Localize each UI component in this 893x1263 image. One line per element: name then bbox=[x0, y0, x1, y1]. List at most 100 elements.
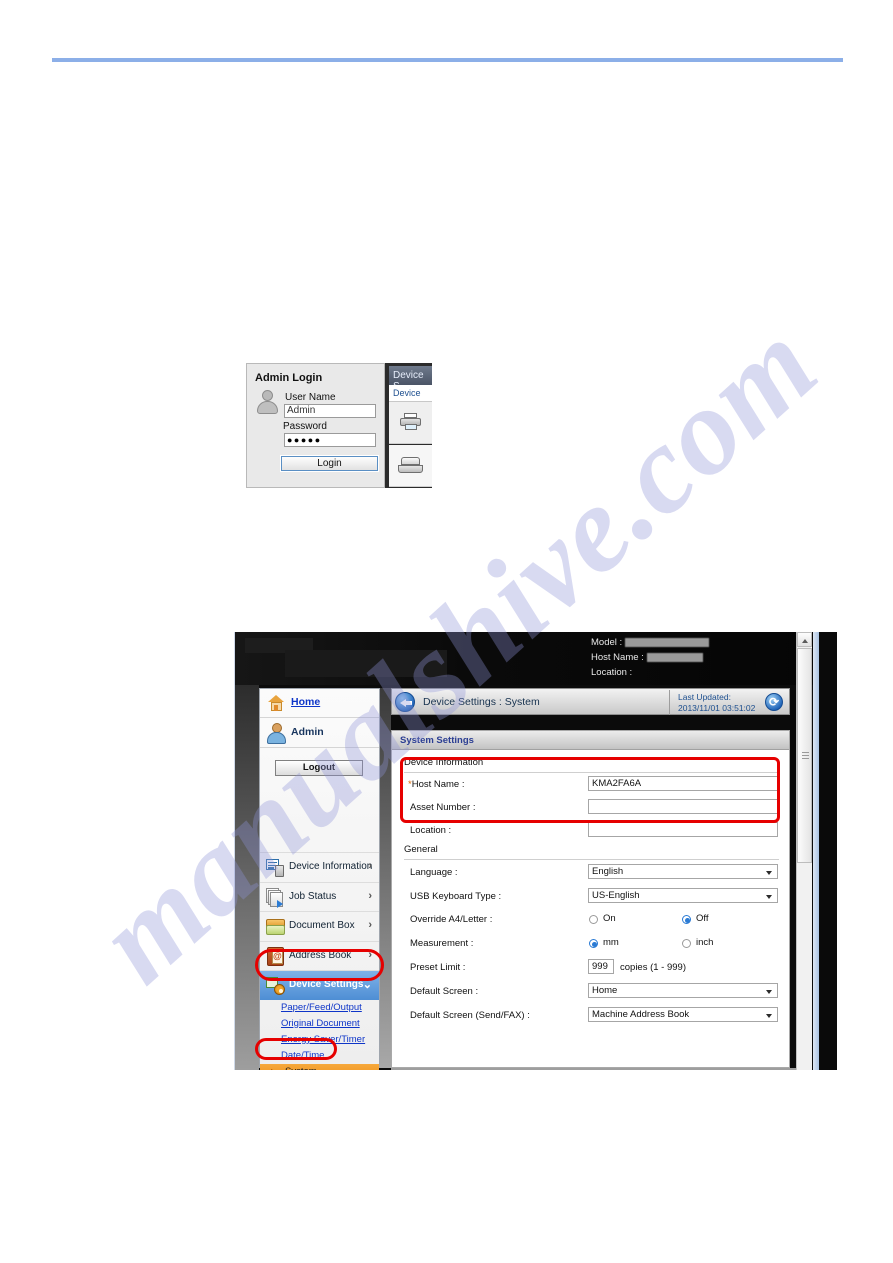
default-screen-label: Default Screen : bbox=[410, 986, 479, 997]
override-on-label: On bbox=[603, 913, 616, 924]
refresh-icon[interactable]: ⟳ bbox=[765, 693, 783, 711]
browser-viewport: Model : Host Name : Location : Home Admi… bbox=[235, 632, 819, 1070]
sidebar-item-job-status[interactable]: Job Status › bbox=[260, 881, 379, 912]
login-button[interactable]: Login bbox=[280, 455, 379, 472]
system-settings-panel: System Settings Device Information *Host… bbox=[391, 730, 790, 1068]
usb-keyboard-type-label: USB Keyboard Type : bbox=[410, 891, 502, 902]
chevron-down-icon bbox=[766, 990, 772, 994]
measurement-inch-label: inch bbox=[696, 937, 714, 948]
override-off-radio[interactable] bbox=[682, 915, 691, 924]
page-background-bottom bbox=[391, 1068, 796, 1070]
host-name-input[interactable]: KMA2FA6A bbox=[588, 776, 778, 791]
preset-limit-units: copies (1 - 999) bbox=[620, 962, 687, 973]
sidebar-subitem-paper-feed-output[interactable]: Paper/Feed/Output bbox=[260, 1000, 379, 1016]
document-box-icon bbox=[266, 917, 286, 936]
admin-login-title: Admin Login bbox=[255, 372, 323, 384]
location-input[interactable] bbox=[588, 822, 778, 837]
chevron-down-icon bbox=[766, 895, 772, 899]
sidebar-subitem-date-time[interactable]: Date/Time bbox=[260, 1048, 379, 1064]
user-name-input[interactable]: Admin bbox=[284, 404, 376, 418]
location-label: Location : bbox=[410, 825, 452, 836]
bullet-arrow-icon bbox=[271, 1068, 277, 1070]
sidebar-item-address-book[interactable]: @ Address Book › bbox=[260, 940, 379, 971]
sidebar-item-document-box[interactable]: Document Box › bbox=[260, 911, 379, 941]
preset-limit-input[interactable]: 999 bbox=[588, 959, 614, 974]
measurement-inch-radio[interactable] bbox=[682, 939, 691, 948]
banner-host-name-label: Host Name : bbox=[591, 652, 644, 663]
measurement-mm-label: mm bbox=[603, 937, 619, 948]
sidebar-item-device-information-label: Device Information bbox=[289, 861, 373, 872]
manual-page: Admin Login User Name Admin Password ●●●… bbox=[0, 0, 893, 1263]
device-subtab[interactable]: Device bbox=[389, 385, 432, 402]
host-name-label: *Host Name : bbox=[408, 779, 465, 790]
page-background-left bbox=[235, 685, 259, 1070]
device-settings-tab[interactable]: Device S bbox=[389, 366, 432, 392]
scroll-up-arrow-icon[interactable] bbox=[797, 632, 812, 647]
admin-login-figure: Admin Login User Name Admin Password ●●●… bbox=[246, 363, 432, 488]
sidebar-subitem-original-document[interactable]: Original Document bbox=[260, 1016, 379, 1032]
sidebar-subitem-original-document-label: Original Document bbox=[281, 1017, 360, 1029]
app-banner: Model : Host Name : Location : bbox=[235, 632, 819, 685]
asset-number-input[interactable] bbox=[588, 799, 778, 814]
password-input[interactable]: ●●●●● bbox=[284, 433, 376, 447]
default-screen-select[interactable]: Home bbox=[588, 983, 778, 998]
page-background-gutter bbox=[379, 688, 391, 1068]
language-select[interactable]: English bbox=[588, 864, 778, 879]
last-updated-label: Last Updated: bbox=[678, 692, 731, 702]
sidebar-item-home[interactable]: Home bbox=[260, 689, 379, 718]
default-screen-send-fax-select[interactable]: Machine Address Book bbox=[588, 1007, 778, 1022]
language-label: Language : bbox=[410, 867, 458, 878]
preset-limit-label: Preset Limit : bbox=[410, 962, 466, 973]
override-off-label: Off bbox=[696, 913, 709, 924]
usb-keyboard-type-select[interactable]: US-English bbox=[588, 888, 778, 903]
banner-title-block bbox=[285, 650, 447, 677]
sidebar-subitem-energy-saver-timer-label: Energy Saver/Timer bbox=[281, 1033, 366, 1045]
usb-keyboard-type-value: US-English bbox=[592, 890, 640, 901]
logout-button[interactable]: Logout bbox=[275, 760, 363, 776]
chevron-down-icon bbox=[766, 1014, 772, 1018]
command-center-rx-figure: Model : Host Name : Location : Home Admi… bbox=[234, 632, 837, 1070]
vertical-scrollbar[interactable] bbox=[796, 632, 812, 1070]
user-name-label: User Name bbox=[285, 392, 336, 403]
printer-icon-cell[interactable] bbox=[389, 402, 432, 444]
job-status-icon bbox=[266, 887, 286, 908]
breadcrumb: Device Settings : System bbox=[423, 696, 540, 708]
device-summary: Model : Host Name : Location : bbox=[591, 635, 771, 680]
scrollbar-thumb[interactable] bbox=[797, 648, 812, 863]
scrollbar-grip-icon bbox=[802, 752, 809, 759]
measurement-mm-radio[interactable] bbox=[589, 939, 598, 948]
chevron-right-icon: › bbox=[368, 860, 372, 872]
asset-number-label: Asset Number : bbox=[410, 802, 476, 813]
override-on-radio[interactable] bbox=[589, 915, 598, 924]
back-arrow-icon[interactable] bbox=[395, 692, 415, 712]
sidebar-subitem-system-label: System bbox=[285, 1066, 317, 1071]
device-subtab-label: Device bbox=[393, 388, 421, 398]
sidebar-subitem-energy-saver-timer[interactable]: Energy Saver/Timer bbox=[260, 1032, 379, 1048]
sidebar-item-document-box-label: Document Box bbox=[289, 920, 355, 931]
sidebar-navigation: Home Admin Logout Device Information › J… bbox=[259, 688, 380, 1071]
panel-heading: System Settings bbox=[392, 731, 789, 750]
password-label: Password bbox=[283, 421, 327, 432]
last-updated: Last Updated: 2013/11/01 03:51:02 bbox=[678, 692, 755, 713]
chevron-down-icon: ⌄ bbox=[362, 979, 372, 991]
sidebar-item-device-settings[interactable]: Device Settings ⌄ bbox=[260, 970, 379, 1000]
device-information-icon bbox=[266, 858, 286, 877]
sidebar-item-device-information[interactable]: Device Information › bbox=[260, 852, 379, 882]
content-titlebar: Device Settings : System Last Updated: 2… bbox=[391, 688, 790, 715]
sidebar-item-device-settings-label: Device Settings bbox=[289, 979, 364, 990]
chevron-right-icon: › bbox=[368, 889, 372, 902]
section-divider bbox=[404, 772, 779, 773]
scanner-icon-cell[interactable] bbox=[389, 445, 432, 487]
section-device-information-label: Device Information bbox=[404, 757, 484, 768]
logout-row: Logout bbox=[260, 748, 379, 794]
sidebar-item-address-book-label: Address Book bbox=[289, 949, 352, 961]
browser-right-edge bbox=[813, 632, 819, 1070]
sidebar-subitem-system[interactable]: System bbox=[260, 1063, 379, 1071]
chevron-right-icon: › bbox=[368, 919, 372, 931]
device-settings-icon bbox=[266, 976, 286, 995]
user-avatar-icon bbox=[257, 390, 279, 416]
host-name-value-redacted bbox=[646, 652, 703, 662]
model-label: Model : bbox=[591, 637, 623, 648]
banner-location-label: Location : bbox=[591, 667, 633, 678]
